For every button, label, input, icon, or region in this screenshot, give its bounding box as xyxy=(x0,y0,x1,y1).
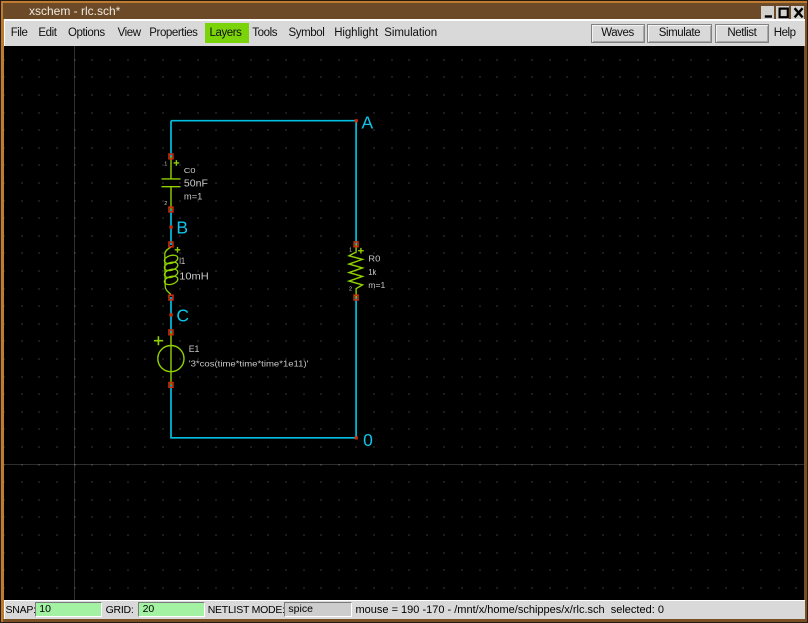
svg-text:50nF: 50nF xyxy=(183,178,207,189)
svg-text:'3*cos(time*time*time*1e11)': '3*cos(time*time*time*1e11)' xyxy=(188,358,308,368)
svg-text:1: 1 xyxy=(164,161,167,167)
svg-text:2: 2 xyxy=(164,200,167,206)
svg-text:m=1: m=1 xyxy=(183,191,201,202)
svg-text:1k: 1k xyxy=(368,267,377,276)
svg-text:A: A xyxy=(361,112,373,132)
svg-text:B: B xyxy=(176,217,188,237)
svg-text:10mH: 10mH xyxy=(179,271,208,282)
svg-text:E1: E1 xyxy=(188,343,199,353)
svg-text:1: 1 xyxy=(349,247,352,253)
svg-text:C: C xyxy=(176,305,189,325)
svg-text:l1: l1 xyxy=(179,256,185,266)
svg-text:2: 2 xyxy=(349,286,352,292)
svg-text:R0: R0 xyxy=(368,254,381,263)
svg-text:0: 0 xyxy=(363,430,373,450)
svg-text:m=1: m=1 xyxy=(368,281,385,290)
svg-text:C0: C0 xyxy=(183,166,195,175)
